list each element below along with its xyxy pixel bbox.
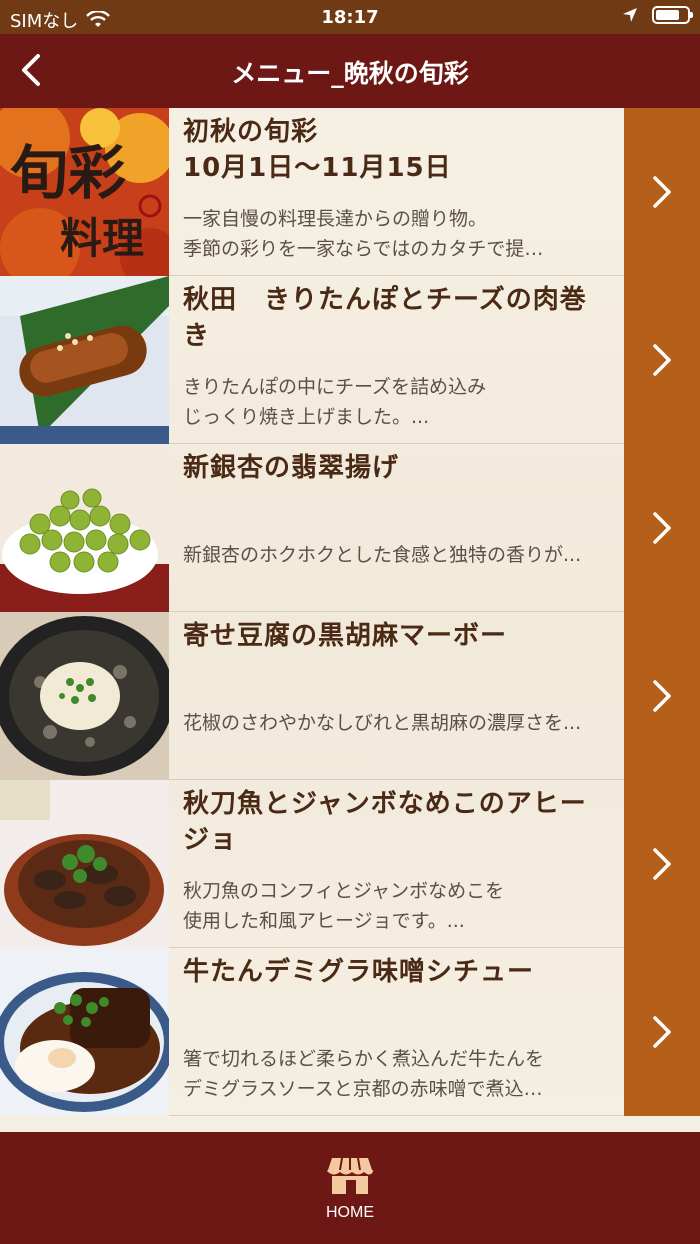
status-time: 18:17	[321, 7, 379, 28]
chevron-right-icon	[653, 680, 671, 712]
item-chevron-button[interactable]	[624, 780, 700, 948]
location-arrow-icon	[623, 8, 637, 22]
item-thumbnail-autumn-banner: 旬彩 料理	[0, 108, 169, 276]
tab-home[interactable]: HOME	[300, 1156, 400, 1236]
item-description: きりたんぽの中にチーズを詰め込み じっくり焼き上げました。...	[183, 376, 487, 428]
chevron-right-icon	[653, 512, 671, 544]
item-description: 新銀杏のホクホクとした食感と独特の香りが...	[183, 544, 582, 566]
battery-icon	[652, 6, 693, 24]
page-title: メニュー_晩秋の旬彩	[231, 59, 469, 88]
menu-item[interactable]: 牛たんデミグラ味噌シチュー 箸で切れるほど柔らかく煮込んだ牛たんを デミグラスソ…	[0, 948, 700, 1116]
item-chevron-button[interactable]	[624, 444, 700, 612]
status-bar: SIMなし 18:17	[0, 0, 700, 34]
nav-bar: メニュー_晩秋の旬彩	[0, 34, 700, 108]
svg-text:料理: 料理	[60, 214, 144, 263]
item-title: 秋田 きりたんぽとチーズの肉巻き	[183, 285, 587, 351]
item-chevron-button[interactable]	[624, 612, 700, 780]
item-thumbnail-ginkgo	[0, 444, 169, 612]
menu-item[interactable]: 秋田 きりたんぽとチーズの肉巻き きりたんぽの中にチーズを詰め込み じっくり焼き…	[0, 276, 700, 444]
item-title: 牛たんデミグラ味噌シチュー	[183, 957, 535, 987]
item-title: 初秋の旬彩 10月1日〜11月15日	[183, 117, 452, 183]
item-description: 秋刀魚のコンフィとジャンボなめこを 使用した和風アヒージョです。...	[183, 880, 505, 932]
item-chevron-button[interactable]	[624, 108, 700, 276]
menu-item[interactable]: 新銀杏の翡翠揚げ 新銀杏のホクホクとした食感と独特の香りが...	[0, 444, 700, 612]
tab-bar: HOME	[0, 1132, 700, 1244]
svg-text:旬彩: 旬彩	[10, 139, 126, 207]
menu-item[interactable]: 寄せ豆腐の黒胡麻マーボー 花椒のさわやかなしびれと黒胡麻の濃厚さを...	[0, 612, 700, 780]
item-description: 箸で切れるほど柔らかく煮込んだ牛たんを デミグラスソースと京都の赤味噌で煮込…	[183, 1048, 545, 1100]
menu-item[interactable]: 秋刀魚とジャンボなめこのアヒージョ 秋刀魚のコンフィとジャンボなめこを 使用した…	[0, 780, 700, 948]
chevron-right-icon	[653, 1016, 671, 1048]
item-thumbnail-kiritanpo	[0, 276, 169, 444]
item-chevron-button[interactable]	[624, 276, 700, 444]
item-title: 新銀杏の翡翠揚げ	[183, 453, 400, 483]
item-title: 寄せ豆腐の黒胡麻マーボー	[183, 621, 508, 651]
item-description: 一家自慢の料理長達からの贈り物。 季節の彩りを一家ならではのカタチで提…	[183, 208, 544, 260]
item-thumbnail-beef-tongue-stew	[0, 948, 169, 1116]
tab-home-label: HOME	[326, 1204, 374, 1221]
item-thumbnail-ajillo	[0, 780, 169, 948]
item-chevron-button[interactable]	[624, 948, 700, 1116]
item-thumbnail-mapo-tofu	[0, 612, 169, 780]
item-title: 秋刀魚とジャンボなめこのアヒージョ	[183, 789, 587, 855]
chevron-right-icon	[653, 176, 671, 208]
menu-item[interactable]: 旬彩 料理 初秋の旬彩 10月1日〜11月15日 一家自慢の料理長達からの贈り物…	[0, 108, 700, 276]
chevron-right-icon	[653, 848, 671, 880]
store-icon	[326, 1157, 374, 1194]
chevron-right-icon	[653, 344, 671, 376]
menu-list[interactable]: 旬彩 料理 初秋の旬彩 10月1日〜11月15日 一家自慢の料理長達からの贈り物…	[0, 108, 700, 1132]
item-description: 花椒のさわやかなしびれと黒胡麻の濃厚さを...	[183, 712, 582, 734]
